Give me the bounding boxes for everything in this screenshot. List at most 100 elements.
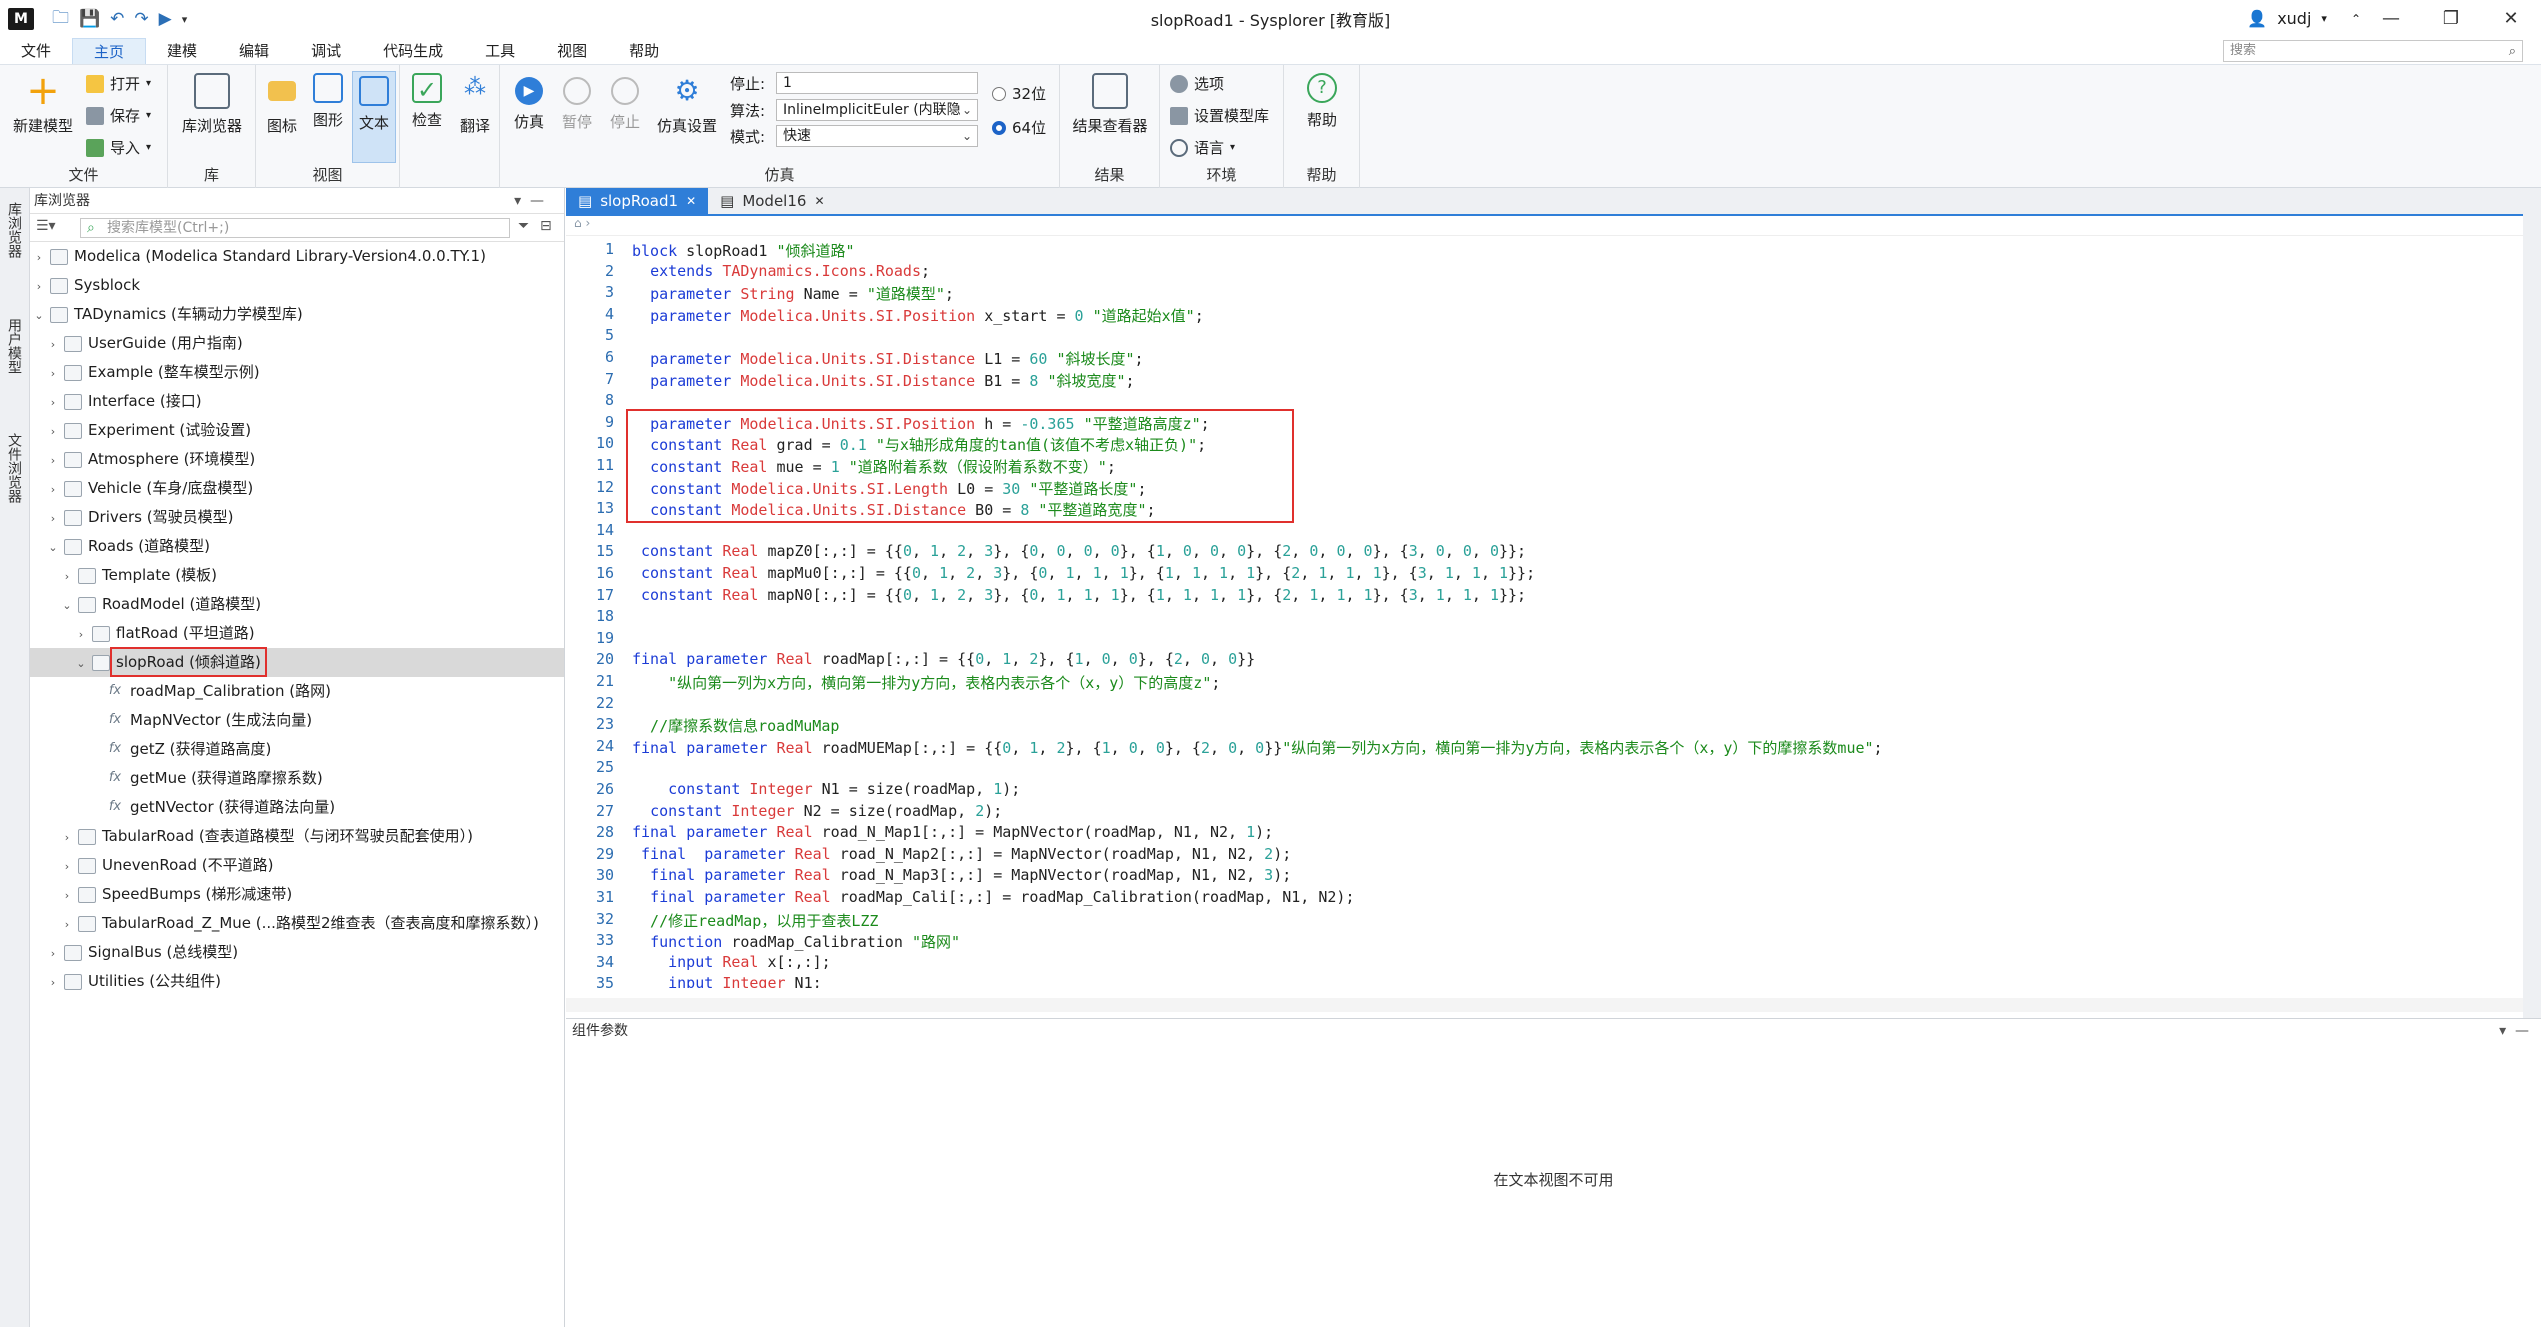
tree-item[interactable]: › Sysblock	[30, 271, 564, 300]
mode-select[interactable]: 快速 ⌄	[776, 125, 978, 147]
library-search-input[interactable]: ⌕ 搜索库模型(Ctrl+;)	[80, 218, 510, 238]
tree-item[interactable]: fx getMue (获得道路摩擦系数)	[30, 764, 564, 793]
tree-item[interactable]: › TabularRoad_Z_Mue (...路模型2维查表（查表高度和摩擦系数…	[30, 909, 564, 938]
chevron-down-icon[interactable]: ⌄	[60, 591, 74, 620]
global-search-input[interactable]: 搜索 ⌕	[2223, 40, 2523, 62]
chevron-right-icon[interactable]: ›	[46, 388, 60, 417]
translate-button[interactable]: ⁂ 翻译	[452, 73, 498, 136]
tree-item[interactable]: › Example (整车模型示例)	[30, 358, 564, 387]
code-line[interactable]: "纵向第一列为x方向，横向第一排为y方向，表格内表示各个（x，y）下的高度z";	[632, 672, 1220, 693]
icon-view-button[interactable]: 图标	[260, 73, 304, 136]
open-button[interactable]: 打开 ▾	[86, 73, 151, 94]
tree-item[interactable]: › Experiment (试验设置)	[30, 416, 564, 445]
collapse-all-icon[interactable]: ⊟	[540, 218, 552, 234]
menu-home[interactable]: 主页	[72, 38, 147, 64]
tree-item[interactable]: › UnevenRoad (不平道路)	[30, 851, 564, 880]
code-line[interactable]: parameter Modelica.Units.SI.Distance B1 …	[632, 370, 1134, 391]
library-view-icon[interactable]: ☰▾	[36, 218, 56, 234]
code-line[interactable]: //修正readMap，以用于查表LZZ	[632, 910, 878, 931]
stop-time-input[interactable]: 1	[776, 72, 978, 94]
code-line[interactable]: parameter String Name = "道路模型";	[632, 283, 954, 304]
menu-debug[interactable]: 调试	[290, 38, 362, 64]
import-button[interactable]: 导入 ▾	[86, 137, 151, 158]
chevron-right-icon[interactable]: ›	[32, 243, 46, 272]
code-line[interactable]: final parameter Real road_N_Map3[:,:] = …	[632, 866, 1291, 884]
pause-button[interactable]: 暂停	[554, 73, 600, 132]
tree-item[interactable]: › TabularRoad (查表道路模型（与闭环驾驶员配套使用）)	[30, 822, 564, 851]
customize-dropdown-icon[interactable]: ▾	[182, 13, 188, 26]
chevron-right-icon[interactable]: ›	[46, 968, 60, 997]
set-library-button[interactable]: 设置模型库	[1170, 105, 1269, 126]
code-line[interactable]: block slopRoad1 "倾斜道路"	[632, 240, 855, 261]
new-model-button[interactable]: + 新建模型	[8, 71, 78, 136]
tree-item[interactable]: › SignalBus (总线模型)	[30, 938, 564, 967]
restore-button[interactable]: ❐	[2421, 0, 2481, 38]
chevron-right-icon[interactable]: ›	[46, 446, 60, 475]
menu-edit[interactable]: 编辑	[218, 38, 290, 64]
code-line[interactable]: input Integer N1;	[632, 974, 822, 988]
tree-item[interactable]: › Vehicle (车身/底盘模型)	[30, 474, 564, 503]
panel-menu-icon[interactable]: ▾ —	[2499, 1019, 2529, 1043]
close-icon[interactable]: ✕	[814, 194, 824, 208]
horizontal-scrollbar[interactable]	[566, 998, 2526, 1012]
tree-item[interactable]: › Atmosphere (环境模型)	[30, 445, 564, 474]
tree-item[interactable]: › Modelica (Modelica Standard Library-Ver…	[30, 242, 564, 271]
undo-icon[interactable]: ↶	[110, 9, 124, 29]
text-view-button[interactable]: 文本	[352, 71, 396, 163]
code-line[interactable]: constant Real mapZ0[:,:] = {{0, 1, 2, 3}…	[632, 542, 1526, 560]
chevron-right-icon[interactable]: ›	[46, 417, 60, 446]
tab-slopRoad1[interactable]: ▤ slopRoad1 ✕	[566, 188, 709, 214]
chevron-right-icon[interactable]: ›	[60, 562, 74, 591]
chevron-right-icon[interactable]: ›	[32, 272, 46, 301]
tree-item[interactable]: ⌄ RoadModel (道路模型)	[30, 590, 564, 619]
menu-view[interactable]: 视图	[536, 38, 608, 64]
tree-item[interactable]: › Template (模板)	[30, 561, 564, 590]
chevron-right-icon[interactable]: ›	[60, 823, 74, 852]
menu-help[interactable]: 帮助	[608, 38, 680, 64]
menu-tools[interactable]: 工具	[464, 38, 536, 64]
code-line[interactable]: final parameter Real road_N_Map2[:,:] = …	[632, 845, 1291, 863]
radio-32bit[interactable]: 32位	[992, 83, 1046, 104]
result-viewer-button[interactable]: 结果查看器	[1066, 73, 1154, 136]
user-menu[interactable]: 👤 xudj ▾ ⌃	[2247, 9, 2361, 28]
radio-64bit[interactable]: 64位	[992, 117, 1046, 138]
tree-item[interactable]: ⌄ slopRoad (倾斜道路)	[30, 647, 564, 678]
chevron-right-icon[interactable]: ›	[60, 910, 74, 939]
redo-icon[interactable]: ↷	[134, 9, 148, 29]
collapse-icon[interactable]: ⌃	[2351, 12, 2361, 26]
minimize-button[interactable]: —	[2361, 0, 2421, 38]
chevron-right-icon[interactable]: ›	[46, 359, 60, 388]
tree-item[interactable]: › Drivers (驾驶员模型)	[30, 503, 564, 532]
side-tab-file-browser[interactable]: 文件浏览器	[4, 433, 24, 503]
stop-button[interactable]: 停止	[602, 73, 648, 132]
save-button[interactable]: 保存 ▾	[86, 105, 151, 126]
chevron-right-icon[interactable]: ›	[46, 939, 60, 968]
code-area[interactable]: 1 block slopRoad1 "倾斜道路" 2 extends TADynam…	[566, 238, 2526, 988]
chevron-down-icon[interactable]: ⌄	[74, 649, 88, 678]
check-button[interactable]: ✓ 检查	[404, 73, 450, 130]
code-line[interactable]: final parameter Real roadMUEMap[:,:] = {…	[632, 737, 1883, 758]
code-line[interactable]: constant Real mapN0[:,:] = {{0, 1, 2, 3}…	[632, 586, 1526, 604]
code-line[interactable]: final parameter Real road_N_Map1[:,:] = …	[632, 823, 1273, 841]
tree-item[interactable]: ⌄ Roads (道路模型)	[30, 532, 564, 561]
save-icon[interactable]: 💾	[79, 9, 100, 29]
tree-item[interactable]: fx getZ (获得道路高度)	[30, 735, 564, 764]
code-line[interactable]: final parameter Real roadMap[:,:] = {{0,…	[632, 650, 1255, 668]
tree-item[interactable]: › Utilities (公共组件)	[30, 967, 564, 996]
panel-menu-icon[interactable]: ▾ —	[514, 188, 544, 214]
simulate-button[interactable]: ▶ 仿真	[506, 73, 552, 132]
code-line[interactable]: extends TADynamics.Icons.Roads;	[632, 262, 930, 280]
chevron-right-icon[interactable]: ›	[46, 475, 60, 504]
code-line[interactable]: parameter Modelica.Units.SI.Position x_s…	[632, 305, 1204, 326]
tree-item[interactable]: fx MapNVector (生成法向量)	[30, 706, 564, 735]
language-button[interactable]: 语言 ▾	[1170, 137, 1235, 158]
library-browser-button[interactable]: 库浏览器	[178, 73, 246, 136]
chevron-down-icon[interactable]: ⌄	[32, 301, 46, 330]
help-button[interactable]: ? 帮助	[1292, 73, 1352, 130]
code-line[interactable]: parameter Modelica.Units.SI.Distance L1 …	[632, 348, 1144, 369]
close-button[interactable]: ✕	[2481, 0, 2541, 38]
code-line[interactable]: //摩擦系数信息roadMuMap	[632, 715, 839, 736]
chevron-right-icon[interactable]: ›	[60, 881, 74, 910]
options-button[interactable]: 选项	[1170, 73, 1224, 94]
open-folder-icon[interactable]: 🗀	[52, 5, 69, 34]
